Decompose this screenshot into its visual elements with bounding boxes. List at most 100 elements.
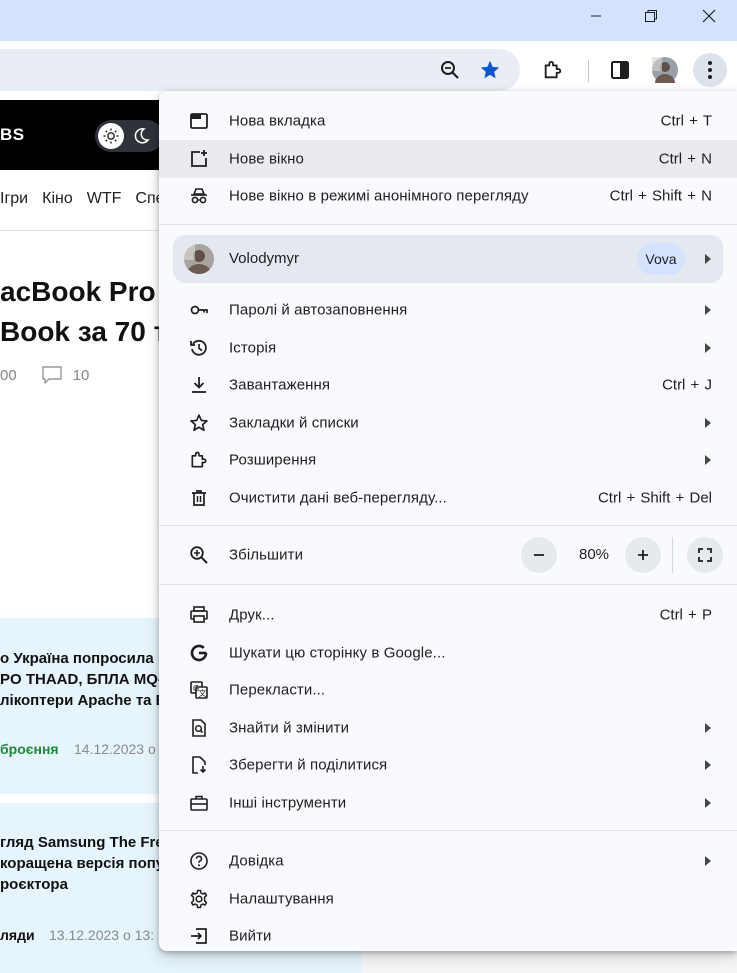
menu-item-passwords[interactable]: Паролі й автозаповнення bbox=[159, 291, 737, 329]
menu-item-help[interactable]: Довідка bbox=[159, 842, 737, 880]
chevron-right-icon bbox=[705, 723, 711, 733]
menu-item-label: Нове вікно bbox=[229, 150, 304, 168]
nav-item[interactable]: WTF bbox=[87, 190, 122, 208]
close-window-button[interactable] bbox=[686, 0, 732, 32]
exit-icon bbox=[188, 925, 210, 947]
google-icon bbox=[188, 642, 210, 664]
fullscreen-icon bbox=[698, 548, 712, 562]
trash-icon bbox=[188, 487, 210, 509]
menu-item-print[interactable]: Друк... Ctrl + P bbox=[159, 596, 737, 634]
profile-button[interactable] bbox=[648, 53, 682, 87]
theme-knob bbox=[98, 123, 124, 149]
article-title-line: Book за 70 т bbox=[0, 316, 168, 347]
menu-item-new-tab[interactable]: Нова вкладка Ctrl + T bbox=[159, 102, 737, 140]
comments-count[interactable]: 10 bbox=[73, 367, 90, 384]
article-title[interactable]: acBook Pro Book за 70 т bbox=[0, 272, 167, 352]
menu-item-label: Довідка bbox=[229, 852, 284, 870]
menu-item-search-google[interactable]: Шукати цю сторінку в Google... bbox=[159, 634, 737, 672]
restore-icon bbox=[645, 10, 657, 22]
menu-item-label: Нове вікно в режимі анонімного перегляду bbox=[229, 187, 529, 205]
menu-item-label: Паролі й автозаповнення bbox=[229, 301, 408, 319]
restore-button[interactable] bbox=[628, 0, 674, 32]
minimize-icon bbox=[591, 15, 601, 17]
bookmark-star-icon bbox=[480, 60, 500, 79]
menu-item-extensions[interactable]: Розширення bbox=[159, 441, 737, 479]
news-card-title: гляд Samsung The Fre коращена версія поп… bbox=[0, 834, 165, 893]
chevron-right-icon bbox=[705, 343, 711, 353]
toolbox-icon bbox=[188, 792, 210, 814]
side-panel-icon bbox=[611, 61, 629, 79]
plus-icon bbox=[638, 550, 648, 560]
menu-item-downloads[interactable]: Завантаження Ctrl + J bbox=[159, 366, 737, 404]
theme-toggle[interactable] bbox=[95, 120, 163, 152]
minus-icon bbox=[534, 554, 544, 556]
menu-item-more-tools[interactable]: Інші інструменти bbox=[159, 784, 737, 822]
article-meta: 00 10 bbox=[0, 365, 89, 385]
bookmark-button[interactable] bbox=[473, 53, 507, 87]
menu-item-label: Інші інструменти bbox=[229, 794, 347, 812]
chevron-right-icon bbox=[705, 254, 711, 264]
chrome-menu: Нова вкладка Ctrl + T Нове вікно Ctrl + … bbox=[159, 91, 737, 951]
zoom-indicator-button[interactable] bbox=[433, 53, 467, 87]
zoom-in-icon bbox=[188, 544, 210, 566]
menu-item-label: Перекласти... bbox=[229, 681, 326, 699]
news-card-date: 13.12.2023 о 13: bbox=[49, 927, 155, 943]
menu-item-shortcut: Ctrl + Shift + Del bbox=[597, 489, 712, 507]
help-icon bbox=[188, 850, 210, 872]
chevron-right-icon bbox=[705, 760, 711, 770]
zoom-out-button[interactable] bbox=[521, 537, 557, 573]
fullscreen-button[interactable] bbox=[687, 537, 723, 573]
chevron-right-icon bbox=[705, 305, 711, 315]
article-title-line: acBook Pro bbox=[0, 276, 156, 307]
menu-item-label: Друк... bbox=[229, 606, 275, 624]
menu-separator bbox=[159, 224, 737, 225]
nav-item[interactable]: Кіно bbox=[42, 190, 73, 208]
menu-item-profile[interactable]: Volodymyr Vova bbox=[173, 235, 723, 283]
chevron-right-icon bbox=[705, 856, 711, 866]
menu-item-shortcut: Ctrl + N bbox=[658, 150, 712, 168]
comment-icon bbox=[41, 366, 62, 384]
menu-item-label: Збільшити bbox=[229, 546, 304, 564]
profile-badge: Vova bbox=[637, 243, 685, 275]
incognito-icon bbox=[188, 185, 210, 207]
close-icon bbox=[702, 9, 716, 23]
menu-item-clear-data[interactable]: Очистити дані веб-перегляду... Ctrl + Sh… bbox=[159, 479, 737, 517]
menu-item-translate[interactable]: G文 Перекласти... bbox=[159, 671, 737, 709]
extensions-button[interactable] bbox=[536, 53, 570, 87]
side-panel-button[interactable] bbox=[603, 53, 637, 87]
menu-separator bbox=[159, 584, 737, 585]
site-logo[interactable]: BS bbox=[0, 125, 25, 145]
find-icon bbox=[188, 717, 210, 739]
gear-icon bbox=[188, 888, 210, 910]
history-icon bbox=[188, 337, 210, 359]
profile-name: Volodymyr bbox=[229, 250, 300, 267]
zoom-value: 80% bbox=[578, 546, 610, 563]
menu-item-exit[interactable]: Вийти bbox=[159, 917, 737, 951]
zoom-in-button[interactable] bbox=[625, 537, 661, 573]
menu-item-label: Знайти й змінити bbox=[229, 719, 350, 737]
menu-item-find[interactable]: Знайти й змінити bbox=[159, 709, 737, 747]
menu-item-incognito[interactable]: Нове вікно в режимі анонімного перегляду… bbox=[159, 177, 737, 215]
kebab-menu-icon bbox=[708, 61, 712, 79]
menu-separator bbox=[159, 525, 737, 526]
news-card-title: о Україна попросила PO THAAD, БПЛА MQ- л… bbox=[0, 650, 166, 709]
toolbar-divider bbox=[588, 60, 589, 82]
title-bar bbox=[0, 0, 737, 41]
printer-icon bbox=[188, 604, 210, 626]
menu-item-history[interactable]: Історія bbox=[159, 329, 737, 367]
news-card-category[interactable]: ляди bbox=[0, 927, 35, 943]
menu-separator bbox=[159, 830, 737, 831]
minimize-button[interactable] bbox=[573, 0, 619, 32]
menu-item-shortcut: Ctrl + P bbox=[659, 606, 712, 624]
menu-item-bookmarks[interactable]: Закладки й списки bbox=[159, 404, 737, 442]
star-icon bbox=[188, 412, 210, 434]
chrome-menu-button[interactable] bbox=[693, 53, 727, 87]
nav-item[interactable]: Ігри bbox=[0, 190, 28, 208]
chevron-right-icon bbox=[705, 418, 711, 428]
menu-item-new-window[interactable]: Нове вікно Ctrl + N bbox=[159, 140, 737, 178]
menu-item-save-share[interactable]: Зберегти й поділитися bbox=[159, 746, 737, 784]
news-card-category[interactable]: броєння bbox=[0, 741, 59, 757]
menu-item-settings[interactable]: Налаштування bbox=[159, 880, 737, 918]
menu-item-label: Очистити дані веб-перегляду... bbox=[229, 489, 447, 507]
menu-item-label: Нова вкладка bbox=[229, 112, 326, 130]
